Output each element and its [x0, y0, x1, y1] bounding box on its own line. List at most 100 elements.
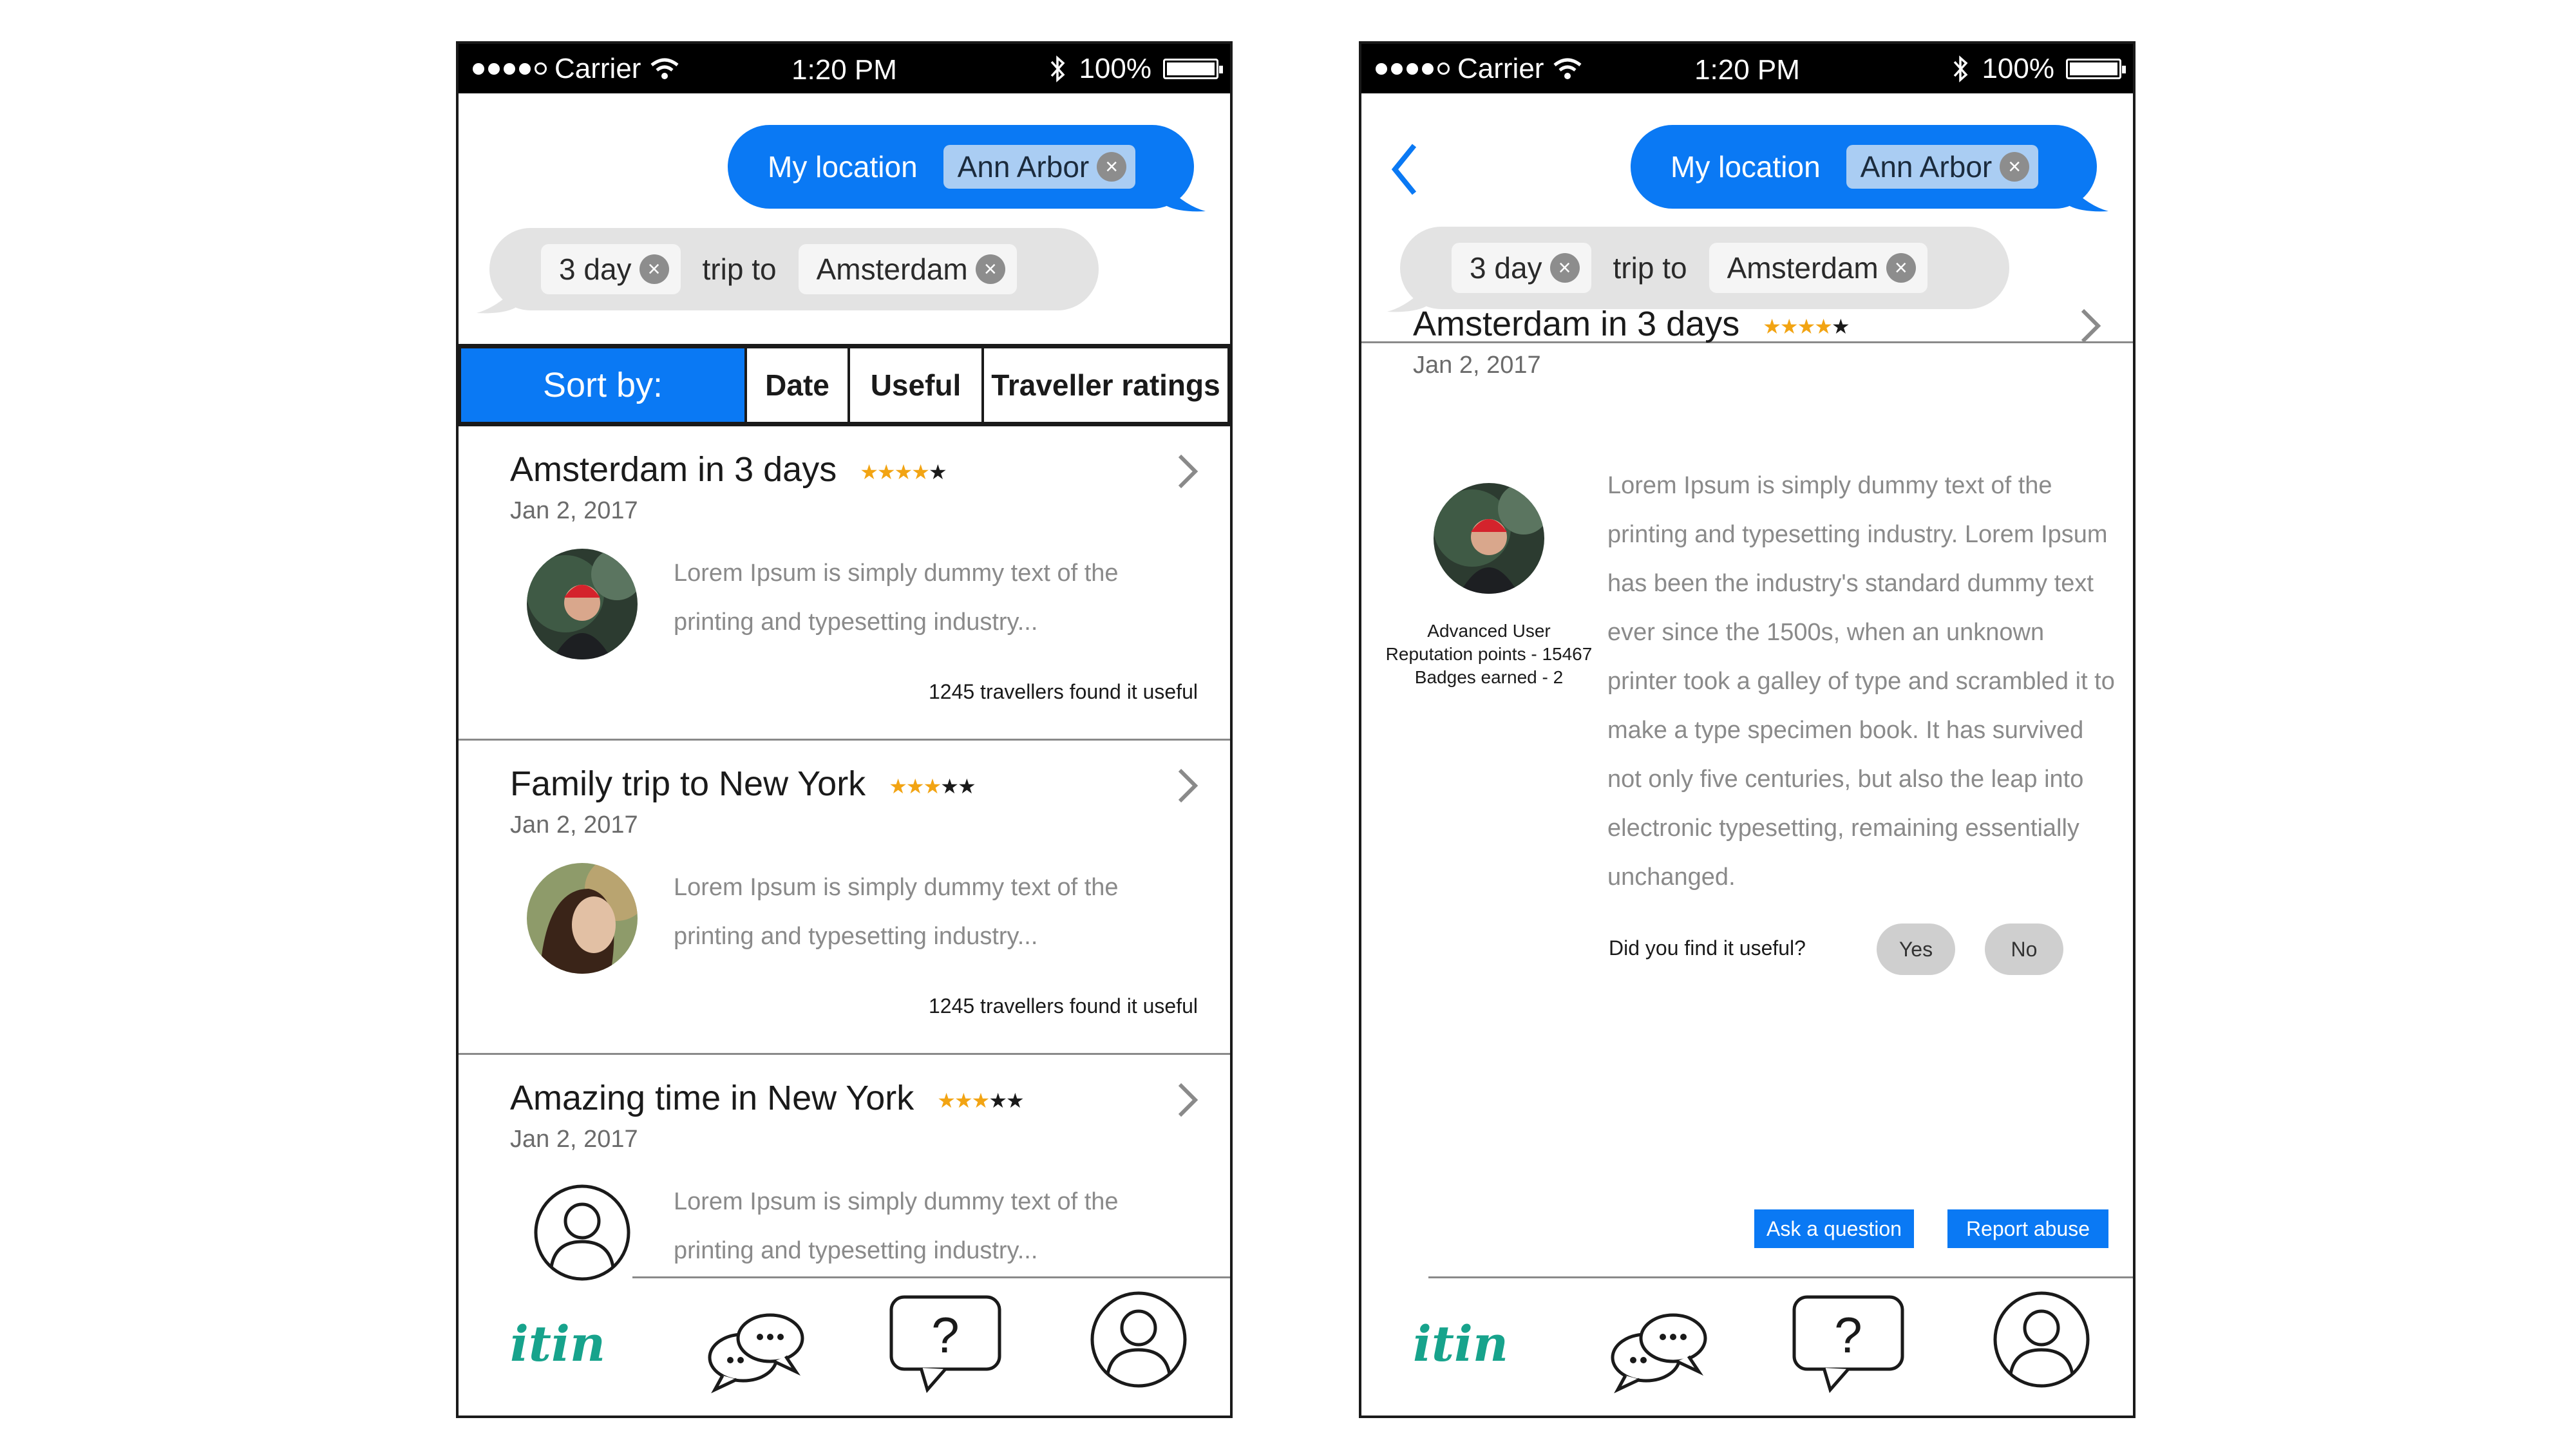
status-bar: Carrier 1:20 PM 100% [459, 44, 1230, 93]
avatar [527, 863, 638, 974]
useful-count: 1245 travellers found it useful [928, 994, 1198, 1018]
rating-stars: ★★★★★ [860, 460, 947, 484]
detail-title-row: Amsterdam in 3 days ★★★★★ [1413, 304, 1850, 344]
destination-chip-text: Amsterdam [1727, 251, 1879, 285]
useful-count: 1245 travellers found it useful [928, 680, 1198, 703]
yes-button[interactable]: Yes [1877, 923, 1955, 975]
detail-title: Amsterdam in 3 days [1413, 305, 1740, 343]
connector-text: trip to [702, 252, 777, 286]
back-chevron-icon[interactable] [1388, 140, 1421, 198]
bluetooth-icon [1954, 55, 1968, 82]
card-excerpt: Lorem Ipsum is simply dummy text of the … [674, 1188, 1119, 1264]
battery-icon [1163, 58, 1223, 79]
default-user-icon [534, 1184, 630, 1281]
card-excerpt: Lorem Ipsum is simply dummy text of the … [674, 560, 1119, 636]
remove-icon[interactable]: × [1886, 253, 1916, 283]
avatar [1434, 483, 1544, 594]
chevron-right-icon[interactable] [1175, 766, 1200, 805]
chat-icon[interactable] [1606, 1305, 1709, 1395]
bubble-tail [1167, 187, 1206, 212]
list-item[interactable]: Family trip to New York ★★★★★ Jan 2, 2017… [459, 741, 1230, 1055]
duration-chip-text: 3 day [1470, 251, 1542, 285]
card-title: Family trip to New York [510, 764, 866, 803]
rating-stars: ★★★★★ [937, 1088, 1024, 1112]
card-date: Jan 2, 2017 [510, 497, 638, 524]
help-icon[interactable]: ? [1790, 1293, 1906, 1396]
card-title: Amazing time in New York [510, 1079, 914, 1117]
location-bubble[interactable]: My location Ann Arbor × [728, 125, 1206, 212]
list-item[interactable]: Amsterdam in 3 days ★★★★★ Jan 2, 2017 Lor… [459, 426, 1230, 741]
itin-logo[interactable]: itin [1413, 1315, 1508, 1372]
query-bubble[interactable]: 3 day × trip to Amsterdam × [1387, 227, 2009, 312]
card-title-row: Amsterdam in 3 days ★★★★★ [510, 450, 947, 489]
card-date: Jan 2, 2017 [510, 811, 638, 838]
destination-chip-text: Amsterdam [816, 252, 968, 286]
remove-icon[interactable]: × [975, 254, 1005, 284]
ask-question-button[interactable]: Ask a question [1754, 1209, 1914, 1248]
location-chip-text: Ann Arbor [1860, 150, 1993, 184]
battery-icon [2066, 58, 2126, 79]
location-chip[interactable]: Ann Arbor × [1846, 145, 2039, 189]
card-date: Jan 2, 2017 [510, 1126, 638, 1153]
destination-chip[interactable]: Amsterdam × [798, 244, 1017, 294]
chevron-right-icon[interactable] [2078, 307, 2103, 345]
location-bubble[interactable]: My location Ann Arbor × [1631, 125, 2108, 212]
battery-percent: 100% [1982, 52, 2054, 84]
connector-text: trip to [1613, 251, 1687, 285]
tab-bar: itin ? [1361, 1276, 2133, 1416]
battery-percent: 100% [1079, 52, 1151, 84]
badges-earned: Badges earned - 2 [1414, 667, 1564, 687]
my-location-label: My location [1671, 150, 1821, 184]
remove-icon[interactable]: × [1097, 152, 1127, 182]
profile-icon[interactable] [1087, 1288, 1190, 1391]
remove-icon[interactable]: × [2000, 152, 2030, 182]
duration-chip[interactable]: 3 day × [1452, 243, 1591, 293]
tab-bar: itin ? [459, 1276, 1230, 1416]
location-chip-text: Ann Arbor [957, 150, 1090, 184]
card-title-row: Amazing time in New York ★★★★★ [510, 1078, 1025, 1118]
phone-detail-screen: Carrier 1:20 PM 100% My location Ann Arb… [1359, 41, 2136, 1418]
user-info: Advanced User Reputation points - 15467 … [1368, 620, 1610, 689]
itin-logo[interactable]: itin [510, 1315, 605, 1372]
sort-date-button[interactable]: Date [747, 346, 850, 424]
sort-useful-button[interactable]: Useful [850, 346, 984, 424]
avatar [527, 549, 638, 659]
sort-label: Sort by: [459, 346, 747, 424]
destination-chip[interactable]: Amsterdam × [1709, 243, 1927, 293]
card-title-row: Family trip to New York ★★★★★ [510, 764, 976, 804]
review-body: Lorem Ipsum is simply dummy text of the … [1607, 472, 2115, 891]
bubble-tail [2070, 187, 2108, 212]
remove-icon[interactable]: × [639, 254, 669, 284]
card-title: Amsterdam in 3 days [510, 450, 837, 489]
sort-bar: Sort by: Date Useful Traveller ratings [459, 344, 1230, 426]
chat-icon[interactable] [703, 1305, 806, 1395]
tab-divider [632, 1276, 1230, 1278]
remove-icon[interactable]: × [1549, 253, 1580, 283]
chevron-right-icon[interactable] [1175, 452, 1200, 491]
tab-divider [1428, 1276, 2133, 1278]
bluetooth-icon [1051, 55, 1065, 82]
chevron-right-icon[interactable] [1175, 1081, 1200, 1119]
useful-question: Did you find it useful? [1609, 936, 1806, 960]
my-location-label: My location [768, 150, 918, 184]
card-excerpt: Lorem Ipsum is simply dummy text of the … [674, 874, 1119, 950]
phone-list-screen: Carrier 1:20 PM 100% My location Ann Arb… [456, 41, 1233, 1418]
user-level: Advanced User [1427, 621, 1551, 641]
query-bubble[interactable]: 3 day × trip to Amsterdam × [477, 228, 1099, 314]
rating-stars: ★★★★★ [889, 774, 976, 798]
status-bar: Carrier 1:20 PM 100% [1361, 44, 2133, 93]
help-icon[interactable]: ? [887, 1293, 1003, 1396]
duration-chip[interactable]: 3 day × [541, 244, 681, 294]
reputation-points: Reputation points - 15467 [1385, 644, 1593, 664]
report-abuse-button[interactable]: Report abuse [1947, 1209, 2108, 1248]
bubble-tail [477, 289, 515, 314]
sort-ratings-button[interactable]: Traveller ratings [984, 346, 1230, 424]
detail-date: Jan 2, 2017 [1413, 352, 1541, 379]
profile-icon[interactable] [1990, 1288, 2093, 1391]
location-chip[interactable]: Ann Arbor × [943, 145, 1136, 189]
rating-stars: ★★★★★ [1763, 314, 1850, 338]
no-button[interactable]: No [1985, 923, 2063, 975]
svg-text:?: ? [931, 1307, 959, 1363]
svg-text:?: ? [1834, 1307, 1862, 1363]
duration-chip-text: 3 day [559, 252, 632, 286]
